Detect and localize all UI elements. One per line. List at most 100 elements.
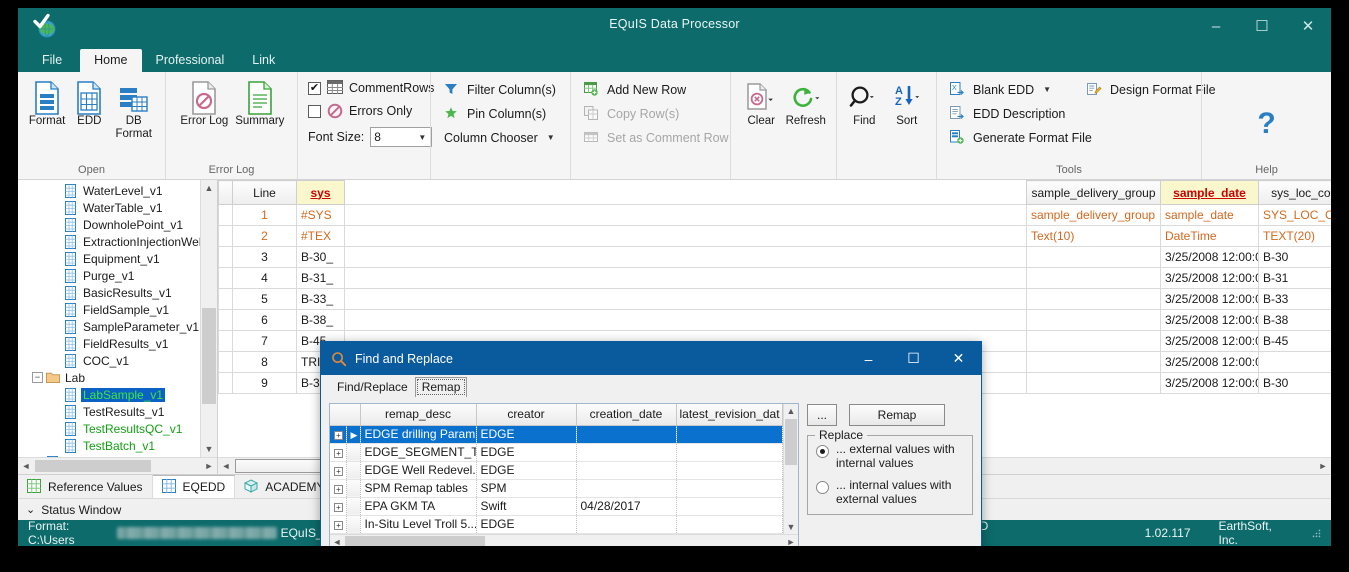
tree-item-waterlevel-v1[interactable]: WaterLevel_v1 <box>20 182 217 199</box>
remap-cell-creator[interactable]: EDGE <box>476 515 576 533</box>
column-header-Line[interactable]: Line <box>233 181 297 205</box>
remap-column-header-creation_date[interactable]: creation_date <box>576 404 676 425</box>
tree-vertical-scrollbar[interactable]: ▲ ▼ <box>200 180 217 457</box>
scroll-down-icon[interactable]: ▼ <box>201 441 217 457</box>
help-question-icon[interactable]: ? <box>1257 109 1275 139</box>
cell-sys[interactable]: B-33_ <box>297 289 345 310</box>
remap-cell-remap-desc[interactable]: EDGE drilling Param... <box>360 425 476 443</box>
cell-sys-loc-code[interactable]: SYS_LOC_CODE <box>1259 205 1332 226</box>
dialog-maximize-button[interactable]: ☐ <box>891 342 936 375</box>
remap-cell-creation-date[interactable] <box>576 461 676 479</box>
remap-cell-latest-revision-date[interactable] <box>676 443 782 461</box>
minimize-button[interactable]: – <box>1193 8 1239 44</box>
remap-cell-creation-date[interactable] <box>576 425 676 443</box>
cell-sample-delivery-group[interactable] <box>1027 352 1161 373</box>
table-row[interactable]: 2#TEXText(10)DateTimeTEXT(20) <box>219 226 1332 247</box>
replace-option-internal-to-external[interactable]: ... internal values with external values <box>816 478 964 506</box>
remap-row[interactable]: + SPM Remap tablesSPM <box>330 479 782 497</box>
scroll-left-icon[interactable]: ◄ <box>218 458 234 474</box>
font-size-combo[interactable]: 8 ▼ <box>370 127 432 147</box>
resize-grip-icon[interactable] <box>1311 527 1321 539</box>
add-new-row-button[interactable]: Add New Row <box>579 78 734 101</box>
plus-icon[interactable]: + <box>334 431 343 440</box>
remap-row-expander[interactable]: + <box>330 479 346 497</box>
row-selector[interactable] <box>219 310 233 331</box>
remap-cell-creation-date[interactable] <box>576 479 676 497</box>
remap-row-expander[interactable]: + <box>330 425 346 443</box>
tree-horizontal-scrollbar[interactable]: ◄ ► <box>18 457 217 474</box>
row-selector[interactable] <box>219 289 233 310</box>
comment-rows-row[interactable]: CommentRows <box>308 78 434 98</box>
remap-cell-creator[interactable]: EDGE <box>476 443 576 461</box>
remap-cell-latest-revision-date[interactable] <box>676 497 782 515</box>
radio-internal-to-external[interactable] <box>816 481 829 494</box>
cell-sample-date[interactable]: DateTime <box>1161 226 1259 247</box>
plus-icon[interactable]: + <box>334 449 343 458</box>
set-as-comment-row-button[interactable]: Set as Comment Row <box>579 126 734 149</box>
remap-cell-latest-revision-date[interactable] <box>676 515 782 533</box>
cell-line[interactable]: 2 <box>233 226 297 247</box>
dialog-tab-remap[interactable]: Remap <box>415 377 468 397</box>
tree-item-coc-v1[interactable]: COC_v1 <box>20 352 217 369</box>
cell-line[interactable]: 5 <box>233 289 297 310</box>
remap-row-expander[interactable]: + <box>330 461 346 479</box>
scroll-up-icon[interactable]: ▲ <box>784 404 798 418</box>
tab-link[interactable]: Link <box>238 49 289 73</box>
find-button[interactable]: Find <box>843 78 886 131</box>
tree-expander-icon[interactable]: − <box>32 372 43 383</box>
table-row[interactable]: 5B-33_3/25/2008 12:00:0B-33 <box>219 289 1332 310</box>
edd-description-button[interactable]: EDD Description <box>945 102 1070 125</box>
cell-sample-delivery-group[interactable]: sample_delivery_group <box>1027 205 1161 226</box>
cell-sys-loc-code[interactable]: B-31 <box>1259 268 1332 289</box>
tab-professional[interactable]: Professional <box>142 49 239 73</box>
remap-hscrollbar-thumb[interactable] <box>345 536 485 546</box>
tree-item-testbatch-v1[interactable]: TestBatch_v1 <box>20 437 217 454</box>
remap-cell-creation-date[interactable] <box>576 515 676 533</box>
remap-cell-latest-revision-date[interactable] <box>676 425 782 443</box>
tab-home[interactable]: Home <box>80 49 141 73</box>
remap-vertical-scrollbar[interactable]: ▲ ▼ <box>783 404 798 534</box>
cell-sys[interactable]: #SYS <box>297 205 345 226</box>
tree-item-equipment-v1[interactable]: Equipment_v1 <box>20 250 217 267</box>
cell-sys[interactable]: B-38_ <box>297 310 345 331</box>
remap-row[interactable]: +In-Situ Level Troll 5...EDGE <box>330 515 782 533</box>
dialog-tab-find-replace[interactable]: Find/Replace <box>331 378 414 397</box>
table-row[interactable]: 1#SYSsample_delivery_groupsample_dateSYS… <box>219 205 1332 226</box>
scroll-left-icon[interactable]: ◄ <box>330 535 344 546</box>
scroll-down-icon[interactable]: ▼ <box>784 520 798 534</box>
scroll-right-icon[interactable]: ► <box>1315 458 1331 474</box>
cell-sys[interactable]: B-30_ <box>297 247 345 268</box>
scroll-right-icon[interactable]: ► <box>201 458 217 474</box>
cell-line[interactable]: 4 <box>233 268 297 289</box>
remap-cell-creator[interactable]: EDGE <box>476 461 576 479</box>
column-chooser-button[interactable]: Column Chooser ▼ <box>439 126 561 149</box>
cell-line[interactable]: 8 <box>233 352 297 373</box>
cell-sample-date[interactable]: sample_date <box>1161 205 1259 226</box>
remap-cell-creator[interactable]: Swift <box>476 497 576 515</box>
doctab-eqedd[interactable]: EQEDD <box>153 475 236 498</box>
generate-format-file-button[interactable]: Generate Format File <box>945 126 1070 149</box>
radio-external-to-internal[interactable] <box>816 445 829 458</box>
remap-row[interactable]: +▶EDGE drilling Param...EDGE <box>330 425 782 443</box>
cell-line[interactable]: 7 <box>233 331 297 352</box>
filter-columns-button[interactable]: Filter Column(s) <box>439 78 561 101</box>
remap-column-header-latest_revision_dat[interactable]: latest_revision_dat <box>676 404 782 425</box>
dialog-close-button[interactable]: ✕ <box>936 342 981 375</box>
cell-sample-date[interactable]: 3/25/2008 12:00:0 <box>1161 373 1259 394</box>
close-button[interactable]: ✕ <box>1285 8 1331 44</box>
cell-sys[interactable]: B-31_ <box>297 268 345 289</box>
remap-cell-latest-revision-date[interactable] <box>676 479 782 497</box>
remap-cell-remap-desc[interactable]: EPA GKM TA <box>360 497 476 515</box>
pin-columns-button[interactable]: Pin Column(s) <box>439 102 561 125</box>
remap-cell-creator[interactable]: SPM <box>476 479 576 497</box>
remap-cell-creator[interactable]: EDGE <box>476 425 576 443</box>
remap-cell-remap-desc[interactable]: SPM Remap tables <box>360 479 476 497</box>
scroll-up-icon[interactable]: ▲ <box>201 180 217 196</box>
row-selector[interactable] <box>219 373 233 394</box>
format-button[interactable]: Format <box>26 78 68 131</box>
tree-item-extractioninjectionwell[interactable]: ExtractionInjectionWell <box>20 233 217 250</box>
remap-cell-remap-desc[interactable]: In-Situ Level Troll 5... <box>360 515 476 533</box>
summary-button[interactable]: Summary <box>231 78 289 131</box>
cell-sample-date[interactable]: 3/25/2008 12:00:0 <box>1161 289 1259 310</box>
remap-cell-remap-desc[interactable]: EDGE Well Redevel... <box>360 461 476 479</box>
